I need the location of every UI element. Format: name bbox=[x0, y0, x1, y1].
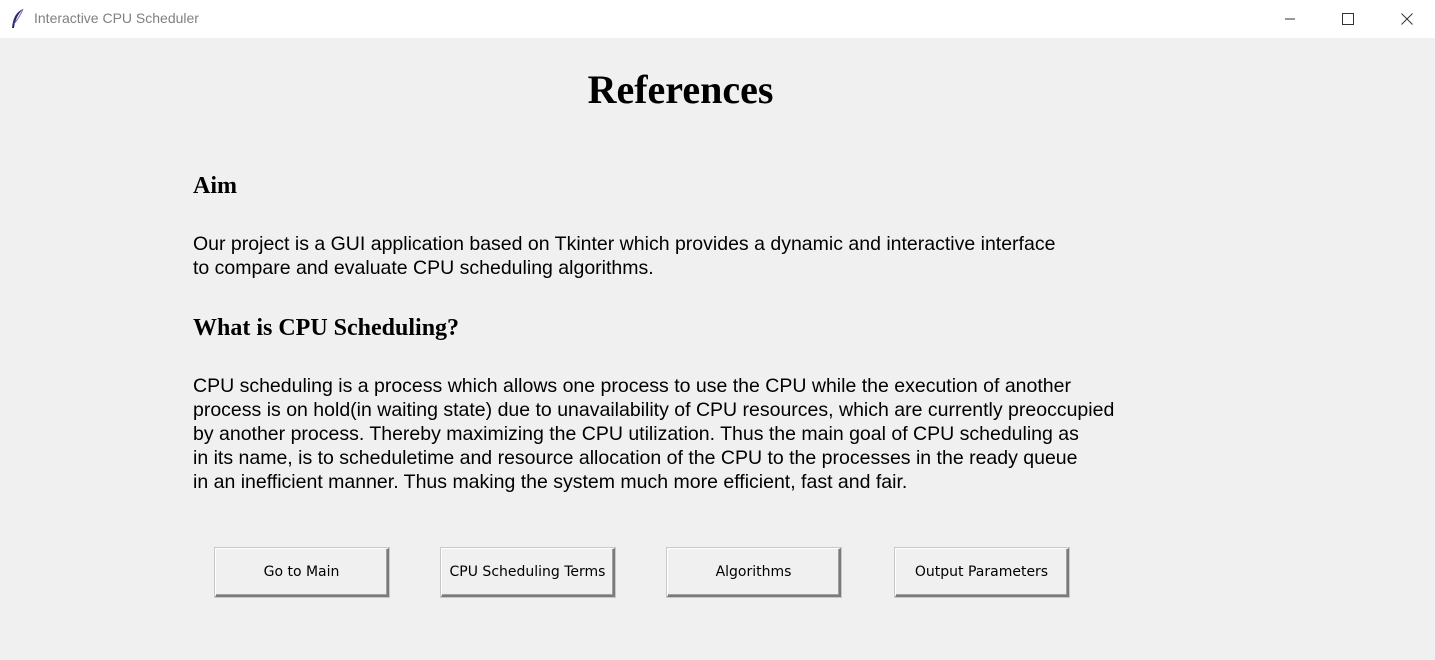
output-parameters-button[interactable]: Output Parameters bbox=[895, 548, 1069, 597]
section-body-cpu-scheduling: CPU scheduling is a process which allows… bbox=[193, 375, 1115, 493]
cpu-scheduling-terms-button[interactable]: CPU Scheduling Terms bbox=[441, 548, 615, 597]
section-body-aim: Our project is a GUI application based o… bbox=[193, 233, 1056, 279]
feather-icon bbox=[10, 8, 26, 30]
window-title: Interactive CPU Scheduler bbox=[34, 10, 199, 26]
algorithms-button[interactable]: Algorithms bbox=[667, 548, 841, 597]
minimize-button[interactable] bbox=[1267, 0, 1313, 38]
go-to-main-button[interactable]: Go to Main bbox=[215, 548, 389, 597]
close-icon bbox=[1401, 13, 1413, 25]
maximize-icon bbox=[1342, 13, 1354, 25]
title-bar: Interactive CPU Scheduler bbox=[0, 0, 1435, 38]
minimize-icon bbox=[1285, 18, 1295, 20]
maximize-button[interactable] bbox=[1325, 0, 1371, 38]
main-content: References Aim Our project is a GUI appl… bbox=[0, 38, 1435, 660]
section-heading-cpu-scheduling: What is CPU Scheduling? bbox=[193, 315, 460, 341]
close-button[interactable] bbox=[1384, 0, 1430, 38]
page-title: References bbox=[587, 67, 774, 112]
section-heading-aim: Aim bbox=[193, 173, 237, 199]
